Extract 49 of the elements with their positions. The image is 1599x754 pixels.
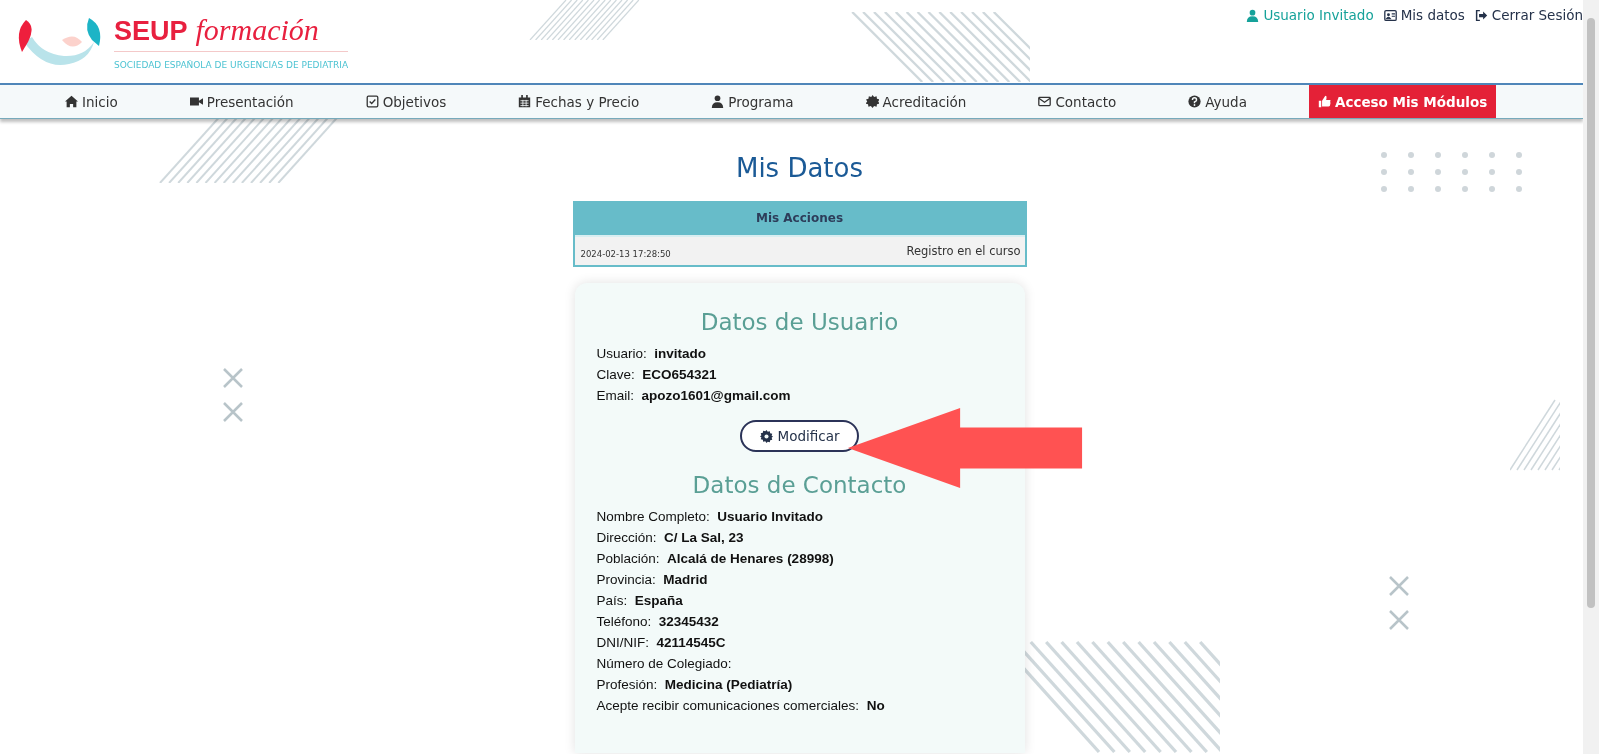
nav-link[interactable]: Fechas y Precio: [508, 85, 650, 118]
field-text: País: España: [596, 592, 684, 610]
field-text: Nombre Completo: Usuario Invitado: [596, 508, 825, 526]
logo-tagline: SOCIEDAD ESPAÑOLA DE URGENCIAS DE PEDIATRIA: [114, 60, 349, 70]
field-text: Provincia: Madrid: [596, 571, 709, 589]
user-icon: [1246, 8, 1260, 22]
modify-button[interactable]: Modificar: [739, 420, 860, 452]
nav-link[interactable]: Inicio: [55, 85, 128, 118]
nav-link[interactable]: Objetivos: [355, 85, 457, 118]
home-icon: [65, 95, 78, 108]
badge-icon: [865, 95, 879, 108]
field-text: Email: apozo1601@gmail.com: [596, 387, 792, 405]
settings-icon: [759, 429, 773, 443]
field-text: DNI/NIF: 42114545C: [596, 634, 727, 652]
nav-link[interactable]: Acceso Mis Módulos: [1308, 85, 1497, 118]
field-text: Número de Colegiado:: [596, 655, 733, 673]
page-title: Mis Datos: [735, 153, 864, 183]
field-text: Acepte recibir comunicaciones comerciales: No: [596, 697, 886, 715]
profile-link[interactable]: Mis datos: [1383, 7, 1465, 23]
nav-link[interactable]: Contacto: [1028, 85, 1127, 118]
id-card-icon: [1383, 8, 1397, 22]
field-text: Usuario: invitado: [596, 345, 708, 363]
field-text: Clave: ECO654321: [596, 366, 718, 384]
cross-pattern: [222, 367, 244, 423]
field-text: Dirección: C/ La Sal, 23: [596, 529, 745, 547]
table-header: Mis Acciones: [574, 201, 1025, 235]
nav-link[interactable]: Acreditación: [855, 85, 977, 118]
video-icon: [189, 95, 203, 108]
mail-icon: [1038, 95, 1052, 108]
person-icon: [711, 95, 725, 108]
help-icon: [1188, 95, 1202, 108]
table-cell: 2024-02-13 17:28:50: [580, 249, 671, 259]
field-text: Profesión: Medicina (Pediatría): [596, 676, 794, 694]
logout-link[interactable]: Cerrar Sesión: [1474, 7, 1583, 23]
nav-link[interactable]: Presentación: [179, 85, 304, 118]
check-icon: [365, 95, 379, 108]
section-heading: Datos de Usuario: [699, 309, 900, 335]
nav-link[interactable]: Programa: [701, 85, 804, 118]
logo-script: formación: [195, 13, 319, 47]
hand-icon: [1317, 95, 1331, 108]
field-text: Población: Alcalá de Henares (28998): [596, 550, 835, 568]
nav-link[interactable]: Ayuda: [1178, 85, 1257, 118]
logo-brand: SEUP: [114, 16, 188, 47]
table-cell: Registro en el curso: [906, 244, 1021, 258]
calendar-icon: [518, 95, 532, 108]
cross-pattern: [1388, 575, 1410, 631]
logout-icon: [1474, 8, 1488, 22]
section-heading: Datos de Contacto: [691, 472, 908, 498]
field-text: Teléfono: 32345432: [596, 613, 720, 631]
